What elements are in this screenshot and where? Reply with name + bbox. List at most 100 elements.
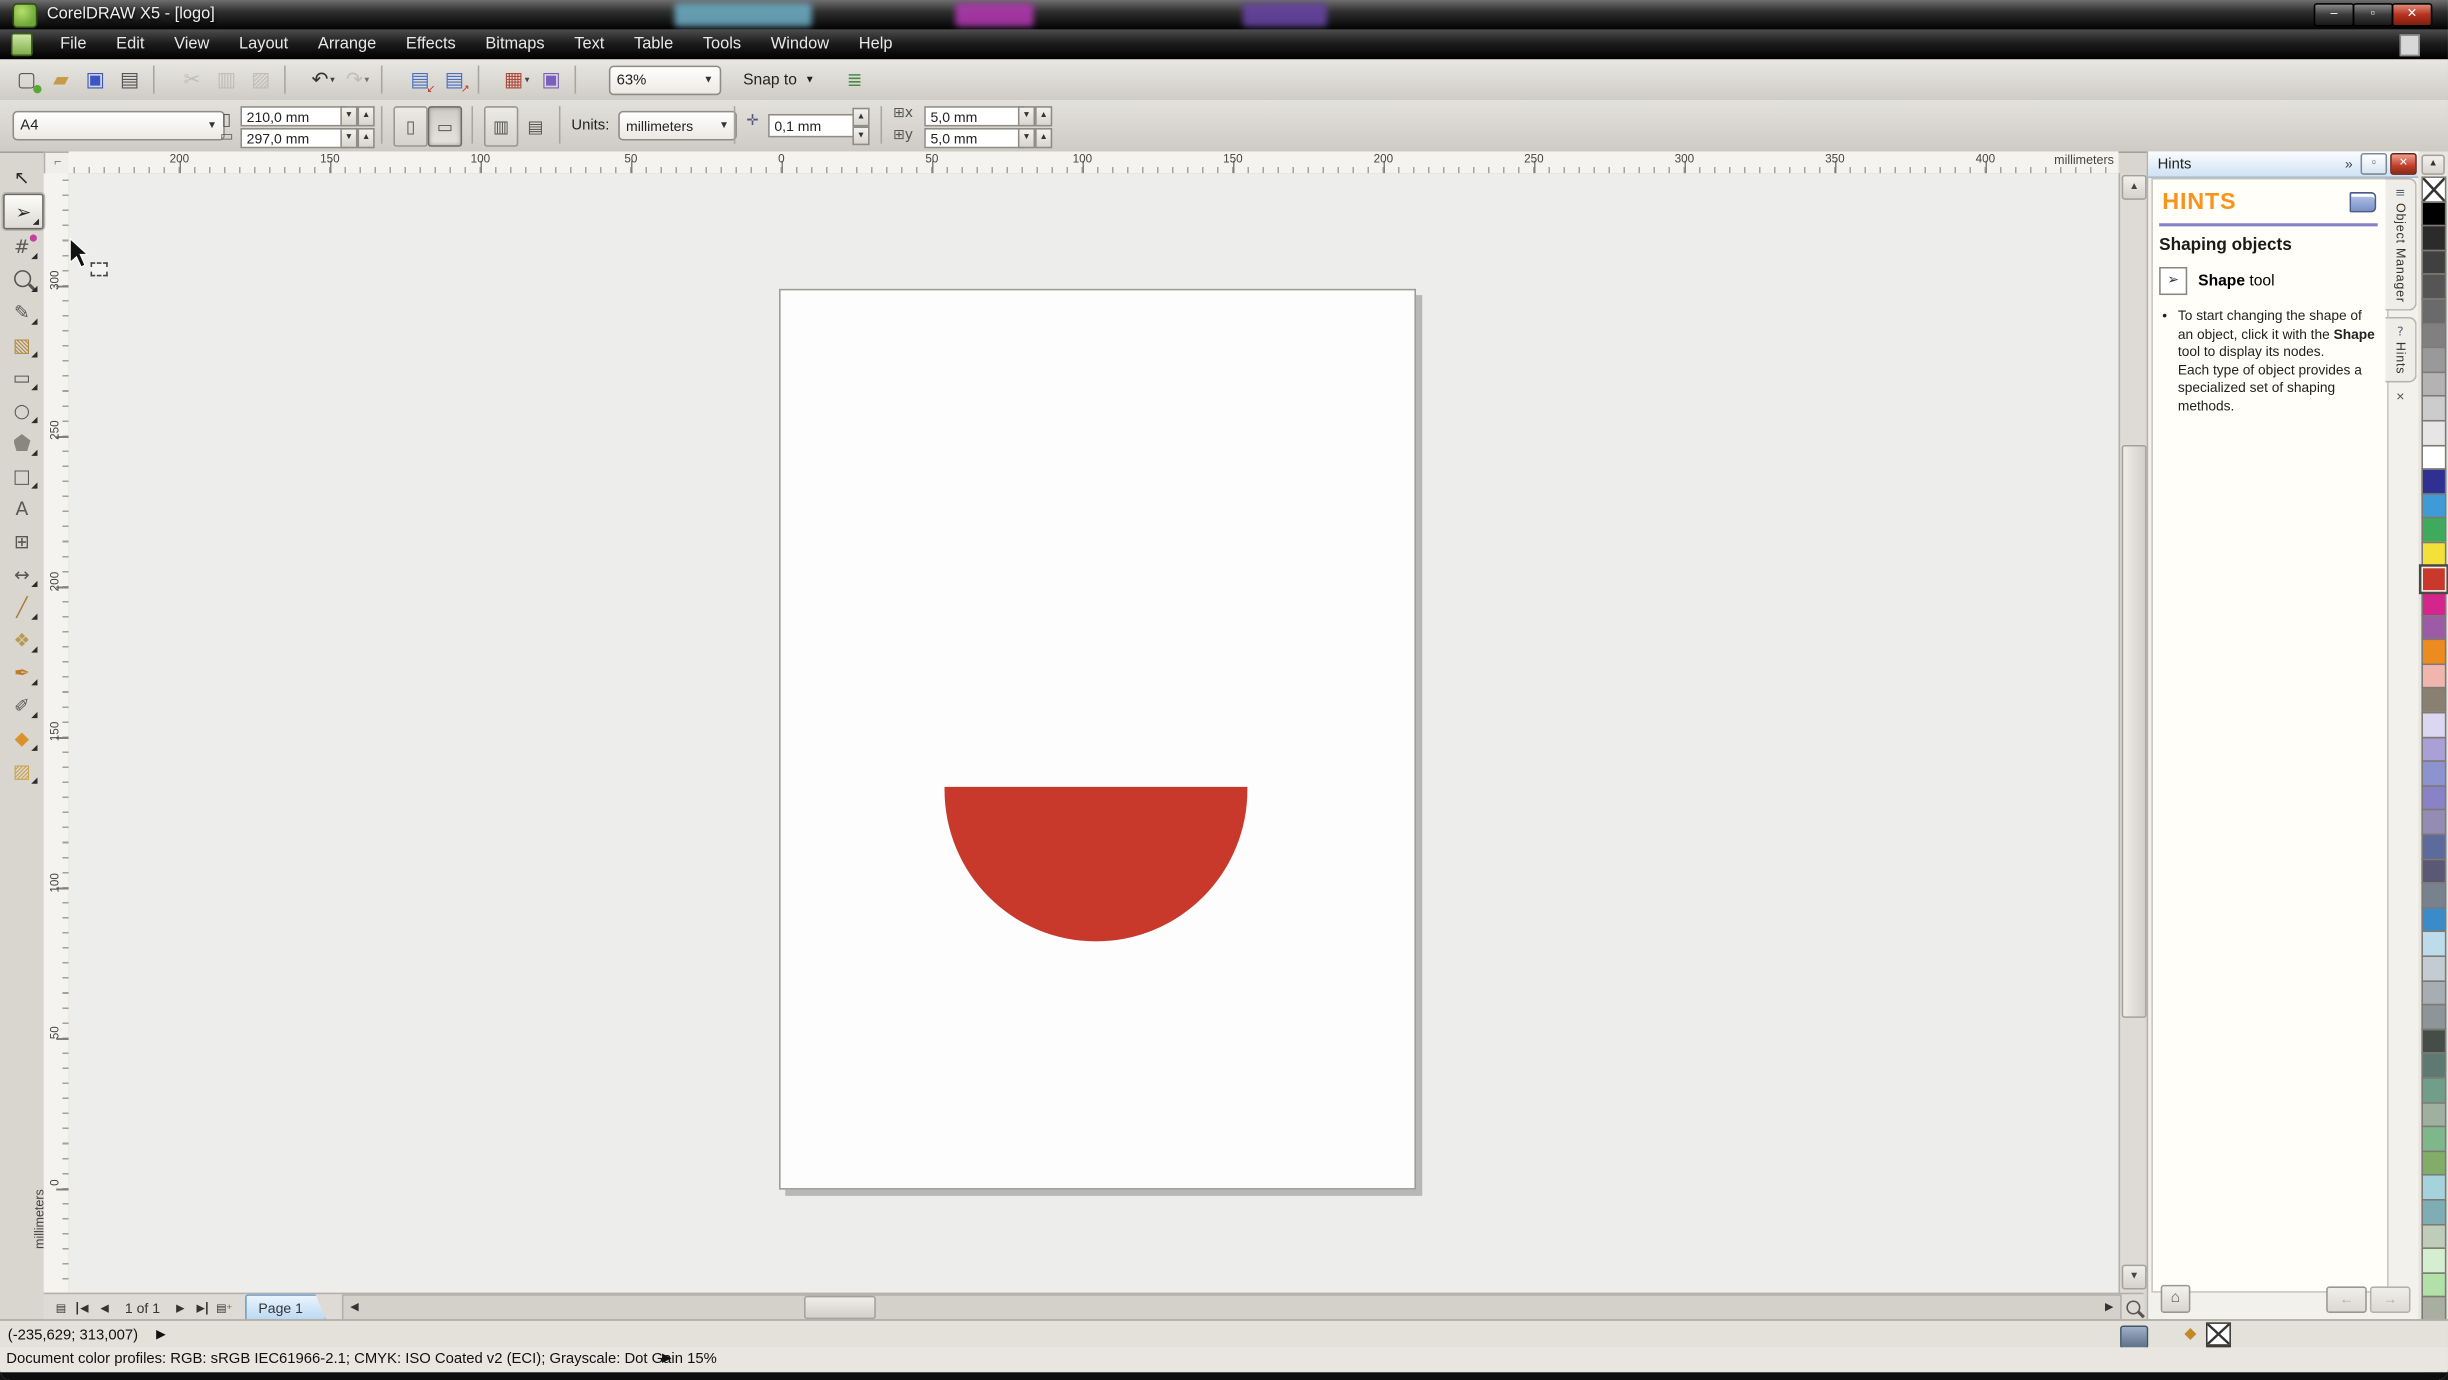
palette-swatch[interactable] — [2421, 1102, 2446, 1128]
tab-strip-close-icon[interactable]: × — [2386, 388, 2416, 404]
all-pages-button[interactable]: ▥ — [484, 106, 518, 147]
smart-fill-tool[interactable]: ▧ — [3, 328, 40, 361]
menu-item[interactable]: Text — [559, 30, 619, 60]
page-height-field[interactable]: 297,0 mm — [240, 128, 346, 148]
connector-tool[interactable]: ╱ — [3, 590, 40, 623]
palette-swatch[interactable] — [2421, 1223, 2446, 1249]
outline-pen-tool[interactable]: ✐ — [3, 688, 40, 721]
palette-swatch[interactable] — [2421, 274, 2446, 300]
palette-swatch[interactable] — [2421, 396, 2446, 422]
crop-tool[interactable]: #● — [3, 229, 40, 262]
palette-swatch[interactable] — [2421, 517, 2446, 543]
status-flyout-icon[interactable]: ▶ — [662, 1350, 672, 1364]
palette-swatch[interactable] — [2421, 322, 2446, 348]
previous-page-button[interactable]: ◀ — [94, 1297, 116, 1319]
palette-swatch[interactable] — [2421, 639, 2446, 665]
page-sorter-icon[interactable]: ▤ — [50, 1297, 72, 1319]
menu-item[interactable]: Table — [619, 30, 688, 60]
dimension-tool[interactable]: ↔ — [3, 557, 40, 590]
next-page-button[interactable]: ▶ — [169, 1297, 191, 1319]
palette-swatch[interactable] — [2421, 1077, 2446, 1103]
rectangle-tool[interactable]: ▭ — [3, 361, 40, 394]
paste-icon[interactable]: ▨ — [244, 64, 278, 95]
maximize-button[interactable]: ▫ — [2353, 3, 2394, 26]
docker-side-tab[interactable]: ? Hints — [2386, 317, 2417, 382]
palette-swatch[interactable] — [2421, 615, 2446, 641]
save-icon[interactable]: ▣ — [78, 64, 112, 95]
minimize-button[interactable]: – — [2314, 3, 2355, 26]
palette-swatch[interactable] — [2421, 590, 2446, 616]
menu-item[interactable]: View — [159, 30, 224, 60]
page-height-spinner[interactable]: ▼▲ — [340, 128, 374, 148]
page-width-spinner[interactable]: ▼▲ — [340, 106, 374, 126]
palette-swatch[interactable] — [2421, 444, 2446, 470]
palette-swatch[interactable] — [2421, 347, 2446, 373]
nudge-distance-field[interactable]: 0,1 mm — [768, 114, 859, 137]
palette-swatch[interactable] — [2421, 663, 2446, 689]
menu-item[interactable]: Help — [844, 30, 907, 60]
zoom-fit-icon[interactable] — [2122, 1297, 2144, 1319]
palette-swatch[interactable] — [2421, 955, 2446, 981]
scroll-left-arrow[interactable]: ◀ — [344, 1296, 366, 1318]
open-icon[interactable]: ▰ — [44, 64, 78, 95]
last-page-button[interactable]: ▶ — [191, 1297, 213, 1319]
docker-minimize-button[interactable]: ▫ — [2361, 153, 2388, 175]
menu-item[interactable]: Effects — [391, 30, 470, 60]
horizontal-scrollbar[interactable]: ◀ ▶ — [342, 1294, 2122, 1321]
palette-swatch[interactable] — [2421, 809, 2446, 835]
menu-item[interactable]: Arrange — [303, 30, 391, 60]
scroll-down-arrow[interactable]: ▼ — [2122, 1265, 2147, 1290]
table-tool[interactable]: ⊞ — [3, 525, 40, 558]
vertical-scrollbar[interactable]: ▲ ▼ — [2119, 173, 2146, 1292]
landscape-orientation-button[interactable]: ▭ — [428, 106, 462, 147]
palette-swatch[interactable] — [2421, 176, 2446, 202]
fill-tool[interactable]: ◆ — [3, 721, 40, 754]
duplicate-y-field[interactable]: 5,0 mm — [924, 128, 1024, 148]
basic-shapes-tool[interactable]: □ — [3, 459, 40, 492]
palette-swatch[interactable] — [2421, 785, 2446, 811]
palette-swatch[interactable] — [2421, 1272, 2446, 1298]
palette-swatch[interactable] — [2421, 566, 2446, 592]
palette-swatch[interactable] — [2421, 225, 2446, 251]
palette-swatch[interactable] — [2421, 1004, 2446, 1030]
paper-type-combo[interactable]: A4 ▼ — [12, 111, 224, 141]
chevrons-right-icon[interactable]: » — [2345, 156, 2353, 172]
current-page-button[interactable]: ▤ — [518, 106, 552, 147]
palette-swatch[interactable] — [2421, 1248, 2446, 1274]
palette-swatch[interactable] — [2421, 931, 2446, 957]
nudge-spinner[interactable]: ▲▼ — [852, 108, 869, 145]
vertical-scroll-thumb[interactable] — [2122, 445, 2147, 1018]
pick-tool[interactable]: ↖ — [3, 161, 40, 194]
welcome-screen-icon[interactable]: ▣ — [534, 64, 568, 95]
palette-swatch[interactable] — [2421, 1150, 2446, 1176]
new-document-icon[interactable]: ▢● — [9, 64, 43, 95]
cut-icon[interactable]: ✂ — [175, 64, 209, 95]
palette-swatch[interactable] — [2421, 882, 2446, 908]
palette-swatch[interactable] — [2421, 1175, 2446, 1201]
palette-swatch[interactable] — [2421, 201, 2446, 227]
freehand-tool[interactable]: ✎ — [3, 295, 40, 328]
duplicate-y-spinner[interactable]: ▼▲ — [1018, 128, 1052, 148]
page-width-field[interactable]: 210,0 mm — [240, 106, 346, 126]
palette-swatch[interactable] — [2421, 1126, 2446, 1152]
ellipse-tool[interactable]: ○ — [3, 393, 40, 426]
palette-swatch[interactable] — [2421, 736, 2446, 762]
print-icon[interactable]: ▤ — [112, 64, 146, 95]
blend-tool[interactable]: ❖ — [3, 623, 40, 656]
docker-side-tab[interactable]: ≡ Object Manager — [2386, 178, 2417, 311]
copy-icon[interactable]: ▥ — [209, 64, 243, 95]
palette-swatch[interactable] — [2421, 712, 2446, 738]
back-button[interactable]: ← — [2326, 1286, 2367, 1313]
palette-swatch[interactable] — [2421, 371, 2446, 397]
text-tool[interactable]: A — [3, 492, 40, 525]
restore-document-icon[interactable] — [2400, 34, 2420, 56]
application-launcher-icon[interactable]: ▦▾ — [500, 64, 534, 95]
export-icon[interactable]: ▤↗ — [437, 64, 471, 95]
undo-icon[interactable]: ↶▾ — [306, 64, 340, 95]
menu-item[interactable]: Tools — [688, 30, 756, 60]
duplicate-x-spinner[interactable]: ▼▲ — [1018, 106, 1052, 126]
palette-swatch[interactable] — [2421, 907, 2446, 933]
palette-swatch[interactable] — [2421, 761, 2446, 787]
palette-swatch[interactable] — [2421, 298, 2446, 324]
home-button[interactable]: ⌂ — [2161, 1285, 2191, 1313]
